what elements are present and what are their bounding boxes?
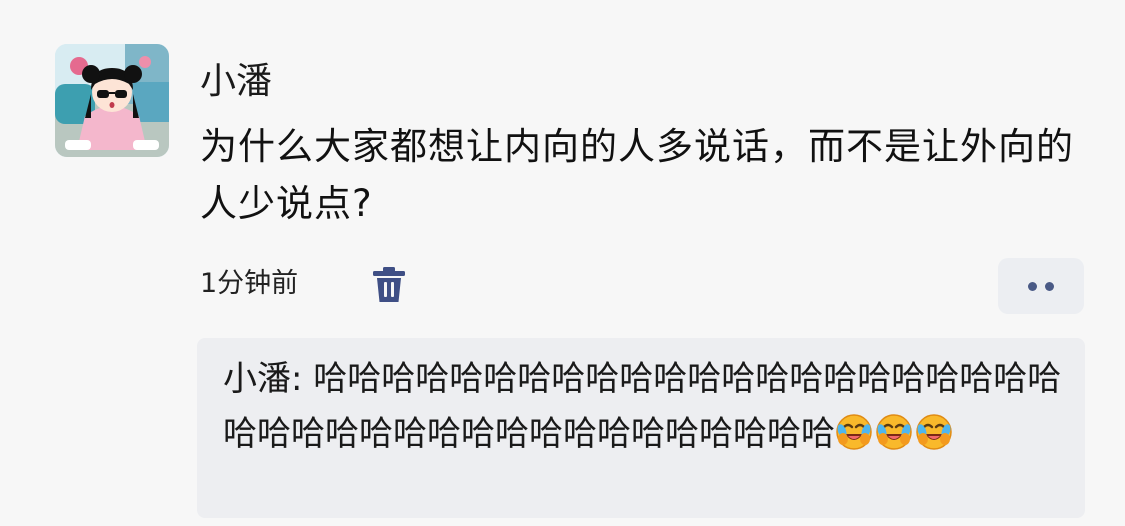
comment-separator: :	[291, 359, 314, 399]
trash-icon	[373, 267, 405, 302]
more-dots-icon	[1028, 282, 1037, 291]
moment-post: 小潘 为什么大家都想让内向的人多说话，而不是让外向的人少说点? 1分钟前 小潘:…	[0, 0, 1125, 526]
rolling-laughing-emoji-icon	[835, 413, 873, 451]
more-dots-icon	[1045, 282, 1054, 291]
post-content: 为什么大家都想让内向的人多说话，而不是让外向的人少说点?	[200, 125, 1074, 225]
rolling-laughing-emoji-icon	[875, 413, 913, 451]
rolling-laughing-emoji-icon	[915, 413, 953, 451]
post-timestamp: 1分钟前	[200, 268, 299, 299]
avatar[interactable]	[55, 44, 169, 157]
delete-button[interactable]	[372, 266, 406, 304]
comment: 小潘: 哈哈哈哈哈哈哈哈哈哈哈哈哈哈哈哈哈哈哈哈哈哈哈哈哈哈哈哈哈哈哈哈哈哈哈哈…	[223, 352, 1073, 462]
comment-area: 小潘: 哈哈哈哈哈哈哈哈哈哈哈哈哈哈哈哈哈哈哈哈哈哈哈哈哈哈哈哈哈哈哈哈哈哈哈哈…	[197, 338, 1085, 518]
avatar-illustration	[55, 44, 169, 157]
more-options-button[interactable]	[998, 258, 1084, 314]
comment-author[interactable]: 小潘	[223, 359, 291, 399]
post-author-name[interactable]: 小潘	[200, 58, 272, 106]
